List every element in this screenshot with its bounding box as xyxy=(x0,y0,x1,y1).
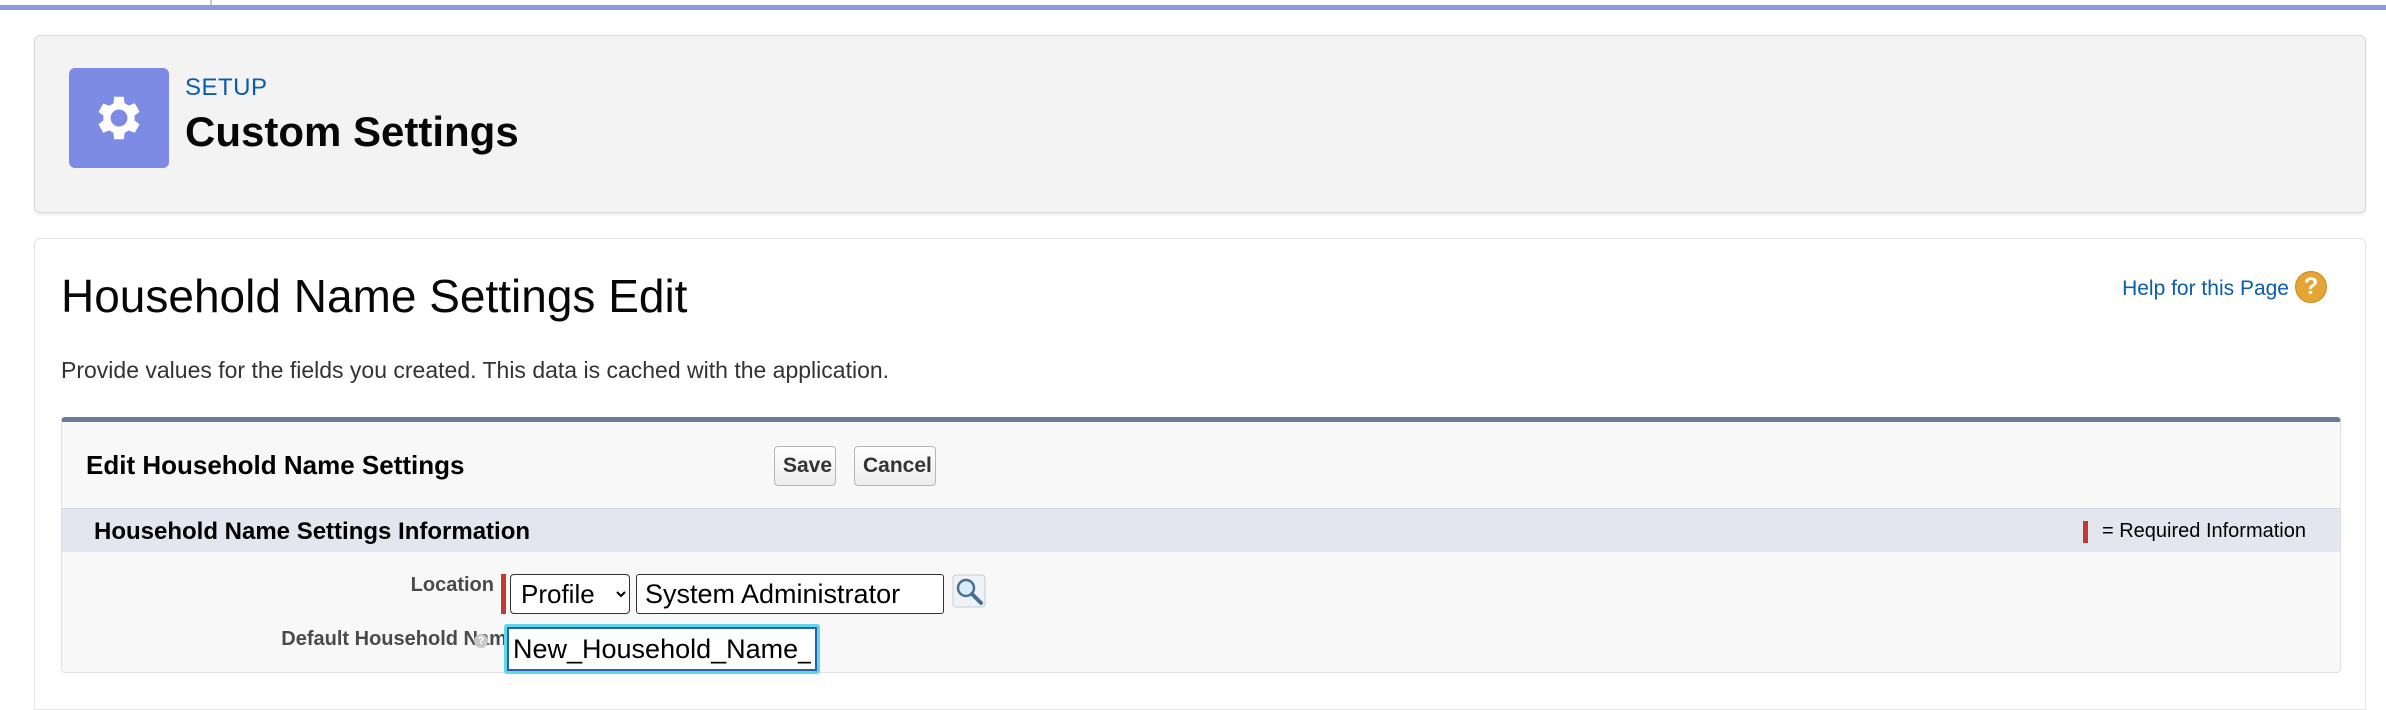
edit-block-title: Edit Household Name Settings xyxy=(86,450,465,480)
help-question-icon[interactable]: ? xyxy=(2295,271,2327,303)
required-marker-icon xyxy=(2082,520,2088,543)
setup-title: Custom Settings xyxy=(185,108,519,155)
section-header: Household Name Settings Information = Re… xyxy=(62,508,2340,552)
required-legend: = Required Information xyxy=(2082,520,2306,543)
save-button[interactable]: Save xyxy=(774,446,836,486)
cancel-button[interactable]: Cancel xyxy=(854,446,936,486)
field-help-icon[interactable]: ? xyxy=(474,634,488,648)
magnifier-icon-svg xyxy=(952,574,986,608)
required-legend-text: = Required Information xyxy=(2101,520,2306,542)
page-title: Household Name Settings Edit xyxy=(61,270,688,322)
location-type-select[interactable]: Profile xyxy=(510,574,630,614)
gear-icon-svg xyxy=(98,96,140,140)
section-title: Household Name Settings Information xyxy=(94,518,531,545)
location-lookup-input[interactable] xyxy=(636,574,944,614)
page-description: Provide values for the fields you create… xyxy=(61,357,890,383)
location-label: Location xyxy=(410,574,494,596)
lookup-search-icon[interactable] xyxy=(952,574,986,608)
default-household-name-input[interactable] xyxy=(504,624,820,674)
top-bar-divider xyxy=(210,0,212,5)
required-field-marker xyxy=(501,574,506,614)
gear-icon xyxy=(69,68,169,168)
top-accent-bar xyxy=(0,0,2386,10)
help-for-this-page-link[interactable]: Help for this Page xyxy=(2122,277,2289,301)
main-content-card: Household Name Settings Edit Help for th… xyxy=(34,238,2366,710)
setup-header: SETUP Custom Settings xyxy=(34,35,2366,213)
edit-block: Edit Household Name Settings Save Cancel… xyxy=(61,417,2341,674)
setup-eyebrow: SETUP xyxy=(185,74,268,101)
